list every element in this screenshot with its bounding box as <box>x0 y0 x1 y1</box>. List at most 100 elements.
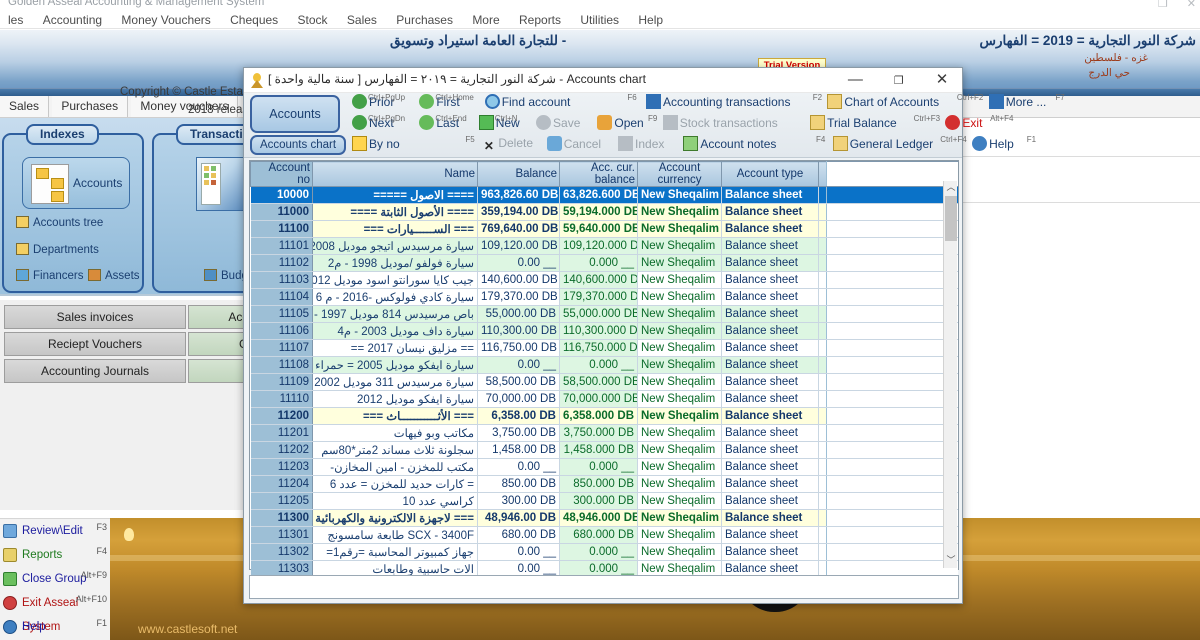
side-tab-accounts-chart[interactable]: Accounts chart <box>250 135 346 155</box>
cell-account-currency: New Sheqalim <box>638 221 722 238</box>
toolbar-index[interactable]: Index <box>618 136 680 157</box>
financers-item[interactable]: Financers <box>16 269 84 282</box>
table-row[interactable]: 11106سيارة داف موديل 2003 - م4110,300.00… <box>251 323 959 340</box>
table-row[interactable]: 11109سيارة مرسيدس 311 موديل 2002 - م758,… <box>251 374 959 391</box>
col-name[interactable]: Name <box>313 162 478 187</box>
toolbar-delete[interactable]: ✕Delete F5 <box>481 136 543 157</box>
assets-item[interactable]: Assets <box>88 269 140 282</box>
table-row[interactable]: 11103جيب كايا سورانتو اسود موديل 2012140… <box>251 272 959 289</box>
cell-empty <box>827 357 959 374</box>
cell-spacer <box>819 374 827 391</box>
tab-purchases[interactable]: Purchases <box>52 96 128 117</box>
x-icon: ✕ <box>481 139 496 154</box>
scroll-up-icon[interactable]: ︿ <box>944 181 958 195</box>
table-row[interactable]: 11104سيارة كادي فولوكس -2016 - م 6179,37… <box>251 289 959 306</box>
menu-item-reports[interactable]: Reports <box>511 11 569 27</box>
menu-item-more[interactable]: More <box>464 11 507 27</box>
btn-accounting-journals[interactable]: Accounting Journals <box>4 359 186 383</box>
scroll-down-icon[interactable]: ﹀ <box>944 554 958 568</box>
table-row[interactable]: 11204= كارات حديد للمخزن = عدد 6850.00 D… <box>251 476 959 493</box>
table-row[interactable]: 11301SCX - 3400F طابعة سامسونج680.00 DB6… <box>251 527 959 544</box>
cell-account-currency: New Sheqalim <box>638 255 722 272</box>
col-account-type[interactable]: Account type <box>722 162 819 187</box>
table-row[interactable]: 10000==== الاصول =====963,826.60 DB63,82… <box>251 187 959 204</box>
app-restore-icon[interactable]: ❐ <box>1158 0 1168 10</box>
accounts-button[interactable]: Accounts <box>22 157 130 209</box>
menu-item-accounting[interactable]: Accounting <box>35 11 110 27</box>
menu-item-sales[interactable]: Sales <box>339 11 385 27</box>
table-row[interactable]: 11105باص مرسيدس 814 موديل 1997 - م355,00… <box>251 306 959 323</box>
menu-review-edit[interactable]: Review\Edit F3 <box>0 519 110 543</box>
col-account-no[interactable]: Account no <box>251 162 313 187</box>
table-row[interactable]: 11205كراسي عدد 10300.00 DB300.000 DBNew … <box>251 493 959 510</box>
cell-account-currency: New Sheqalim <box>638 493 722 510</box>
departments-item[interactable]: Departments <box>16 243 99 256</box>
toolbar-stock-transactions[interactable]: Stock transactions <box>663 115 807 136</box>
toolbar-save[interactable]: Save <box>536 115 594 136</box>
col-spacer <box>819 162 827 187</box>
toolbar-more[interactable]: More ... F7 <box>989 94 1061 115</box>
table-row[interactable]: 11108سيارة ايفكو موديل 2005 = حمراء = م5… <box>251 357 959 374</box>
col-account-currency[interactable]: Account currency <box>638 162 722 187</box>
toolbar-by-no[interactable]: By no <box>352 136 478 157</box>
grid-vertical-scrollbar[interactable]: ︿ ﹀ <box>943 181 957 568</box>
table-row[interactable]: 11100=== الســــــيارات ===769,640.00 DB… <box>251 221 959 238</box>
menu-item-sales-left[interactable]: les <box>0 11 31 27</box>
toolbar-open[interactable]: Open F9 <box>597 115 659 136</box>
btn-reciept-vouchers[interactable]: Reciept Vouchers <box>4 332 186 356</box>
toolbar-account-notes[interactable]: Account notes F4 <box>683 136 829 157</box>
menu-exit-system[interactable]: Exit Asseal System Alt+F10 <box>0 591 110 615</box>
toolbar-new[interactable]: New Ctrl+N <box>479 115 533 136</box>
col-balance[interactable]: Balance <box>478 162 560 187</box>
menu-item-help[interactable]: Help <box>630 11 671 27</box>
table-row[interactable]: 11110سيارة ايفكو موديل 201270,000.00 DB7… <box>251 391 959 408</box>
toolbar-first[interactable]: First Ctrl+Home <box>419 94 481 115</box>
toolbar-general-ledger[interactable]: General Ledger Ctrl+F4 <box>833 136 969 157</box>
dialog-window-controls[interactable]: — ❐ ✕ <box>835 68 962 93</box>
dialog-status-field[interactable] <box>249 575 959 599</box>
app-close-icon[interactable]: ✕ <box>1187 0 1196 10</box>
btn-sales-invoices[interactable]: Sales invoices <box>4 305 186 329</box>
toolbar-find-account[interactable]: Find account F6 <box>485 94 643 115</box>
side-tab-accounts[interactable]: Accounts <box>250 95 340 133</box>
toolbar-prior[interactable]: Prior Ctrl+PgUp <box>352 94 416 115</box>
table-row[interactable]: 11302جهاز كمبيوتر المحاسبة =رقم1=0.00 __… <box>251 544 959 561</box>
toolbar-help[interactable]: Help F1 <box>972 136 1032 157</box>
menu-item-purchases[interactable]: Purchases <box>388 11 461 27</box>
toolbar-next[interactable]: Next Ctrl+PgDn <box>352 115 416 136</box>
menu-help[interactable]: Help F1 <box>0 615 110 639</box>
menu-item-utilities[interactable]: Utilities <box>572 11 627 27</box>
table-row[interactable]: 11201مكاتب وبو فيهات3,750.00 DB3,750.000… <box>251 425 959 442</box>
app-menubar[interactable]: les Accounting Money Vouchers Cheques St… <box>0 11 1200 29</box>
scroll-thumb[interactable] <box>945 196 957 241</box>
menu-item-cheques[interactable]: Cheques <box>222 11 286 27</box>
table-row[interactable]: 11102سيارة فولفو /موديل 1998 - م20.00 __… <box>251 255 959 272</box>
table-row[interactable]: 11300=== لاجهزة الالكترونية والكهربائية … <box>251 510 959 527</box>
cell-balance: 0.00 __ <box>478 459 560 476</box>
journal-icon[interactable] <box>196 157 244 211</box>
toolbar-accounting-transactions[interactable]: Accounting transactions F2 <box>646 94 824 115</box>
table-row[interactable]: 11203مكتب للمخزن - امين المخازن-0.00 __0… <box>251 459 959 476</box>
restore-icon[interactable]: ❐ <box>879 69 919 94</box>
table-row[interactable]: 11107== مزليق نيسان 2017 ==116,750.00 DB… <box>251 340 959 357</box>
accounts-grid[interactable]: Account no Name Balance Acc. cur. balanc… <box>249 160 959 570</box>
col-acc-cur-balance[interactable]: Acc. cur. balance <box>560 162 638 187</box>
cell-acc-cur-balance: 6,358.000 DB <box>560 408 638 425</box>
dialog-titlebar[interactable]: Accounts chart - شركة النور التجارية = ٢… <box>244 68 962 93</box>
toolbar-trial-balance[interactable]: Trial Balance Ctrl+F3 <box>810 115 942 136</box>
toolbar-exit[interactable]: Exit Alt+F4 <box>945 115 1007 136</box>
app-window-controls[interactable]: ❐ ✕ <box>1142 0 1196 10</box>
accounts-tree-item[interactable]: Accounts tree <box>16 216 103 229</box>
table-row[interactable]: 11202سجلونة ثلاث مساند 2متر*80سم1,458.00… <box>251 442 959 459</box>
minimize-icon[interactable]: — <box>835 68 875 93</box>
table-row[interactable]: 11000==== الأصول الثابتة ====359,194.00 … <box>251 204 959 221</box>
toolbar-cancel[interactable]: Cancel <box>547 136 615 157</box>
table-row[interactable]: 11101سيارة مرسيدس اتيجو موديل 2008 - م11… <box>251 238 959 255</box>
close-icon[interactable]: ✕ <box>922 68 962 93</box>
toolbar-last[interactable]: Last Ctrl+End <box>419 115 475 136</box>
menu-item-stock[interactable]: Stock <box>290 11 336 27</box>
table-row[interactable]: 11200=== الأثـــــــــــاث ===6,358.00 D… <box>251 408 959 425</box>
toolbar-chart-of-accounts[interactable]: Chart of Accounts Ctrl+F2 <box>827 94 985 115</box>
menu-item-money-vouchers[interactable]: Money Vouchers <box>113 11 218 27</box>
tab-sales[interactable]: Sales <box>0 96 49 117</box>
